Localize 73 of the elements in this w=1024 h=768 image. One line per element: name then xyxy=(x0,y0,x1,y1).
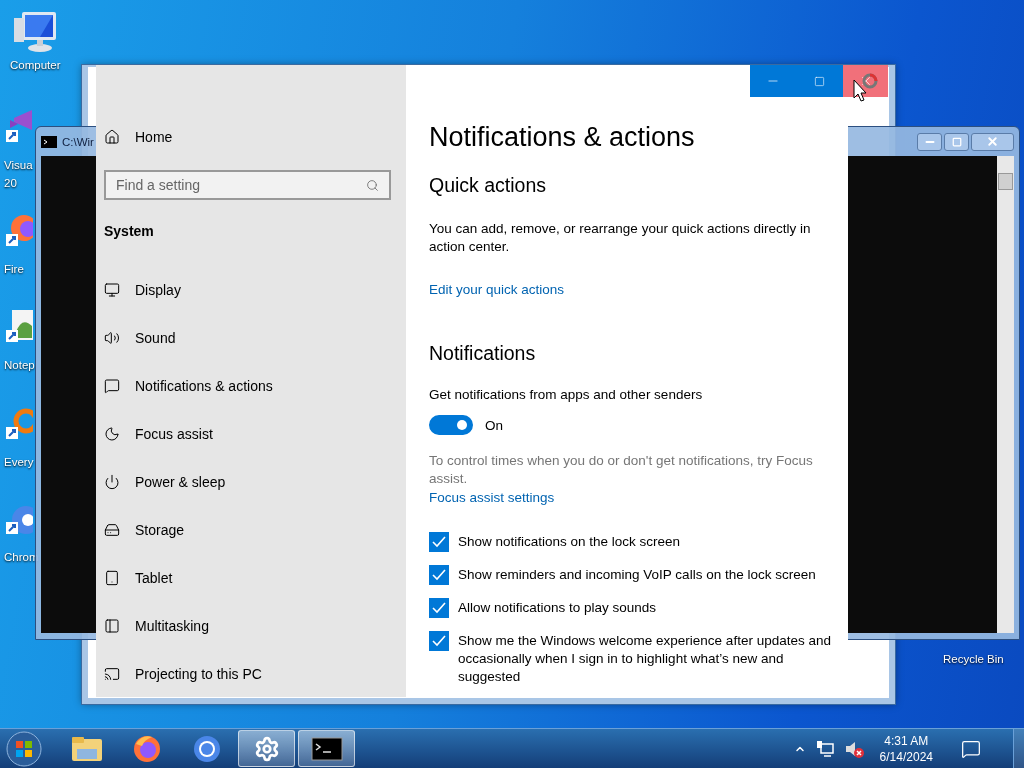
icon-label: 20 xyxy=(4,176,17,190)
notification-icon[interactable] xyxy=(961,738,981,759)
tablet-icon xyxy=(104,570,120,586)
toggle-label: On xyxy=(485,417,503,433)
checkbox-label: Show notifications on the lock screen xyxy=(458,533,682,551)
icon-label: Computer xyxy=(10,58,61,72)
icon-label: Visua xyxy=(4,158,33,172)
checkbox[interactable] xyxy=(429,565,449,585)
settings-icon xyxy=(253,735,280,762)
icon-label: Every xyxy=(4,455,34,469)
window-title: C:\Wir xyxy=(62,135,94,148)
start-button[interactable] xyxy=(4,729,44,768)
maximize-icon xyxy=(951,136,962,147)
folder-icon xyxy=(69,734,104,763)
scrollbar[interactable] xyxy=(997,156,1014,633)
command-prompt-icon xyxy=(41,135,57,148)
monitor-icon xyxy=(104,282,120,298)
sidebar-item[interactable]: Focus assist xyxy=(104,410,398,458)
command-prompt-icon xyxy=(310,736,343,761)
busy-cursor-icon xyxy=(853,72,879,102)
page-title: Notifications & actions xyxy=(429,121,695,154)
section-heading: Notifications xyxy=(429,341,536,365)
moon-icon xyxy=(104,426,120,442)
panels-icon xyxy=(104,618,120,634)
sidebar-item[interactable]: Storage xyxy=(104,506,398,554)
checkbox-label: Show reminders and incoming VoIP calls on the lock screen xyxy=(458,566,817,584)
firefox-icon xyxy=(131,733,162,764)
search-input[interactable]: Find a setting xyxy=(116,177,366,193)
network-icon[interactable] xyxy=(815,739,834,758)
clock-date: 6/14/2024 xyxy=(879,748,933,765)
edit-quick-actions-link[interactable]: Edit your quick actions xyxy=(429,281,565,299)
section-heading: Quick actions xyxy=(429,173,547,197)
description: You can add, remove, or rearrange your quick actions directly in action center. xyxy=(429,220,812,256)
toggle-switch[interactable] xyxy=(429,415,473,435)
taskbar-button[interactable] xyxy=(298,730,355,767)
chrome-icon xyxy=(191,733,222,764)
sidebar-item[interactable]: Projecting to this PC xyxy=(104,650,398,697)
checkbox-label: Show me the Windows welcome experience after updates and occasionally when I sign in to highlight what’s new and suggested xyxy=(458,632,832,686)
home-icon xyxy=(104,129,120,145)
checkbox[interactable] xyxy=(429,598,449,618)
search-icon xyxy=(366,178,379,192)
speech-bubble-icon xyxy=(104,378,120,394)
maximize-button[interactable] xyxy=(944,132,969,151)
clock-time: 4:31 AM xyxy=(884,732,929,749)
drive-icon xyxy=(104,522,120,538)
icon-label: Fire xyxy=(4,262,24,276)
icon-label: Recycle Bin xyxy=(943,652,1004,666)
sidebar-item[interactable]: Tablet xyxy=(104,554,398,602)
speaker-icon xyxy=(104,330,120,346)
checkbox-label: Allow notifications to play sounds xyxy=(458,599,658,617)
sidebar-item[interactable]: Notifications & actions xyxy=(104,362,398,410)
close-button[interactable] xyxy=(971,132,1014,151)
search-field[interactable]: Find a setting xyxy=(104,170,391,200)
close-icon xyxy=(986,135,999,148)
sidebar-item[interactable]: Sound xyxy=(104,314,398,362)
sidebar-item[interactable]: Power & sleep xyxy=(104,458,398,506)
focus-assist-link[interactable]: Focus assist settings xyxy=(429,489,555,507)
power-icon xyxy=(104,474,120,490)
show-desktop-button[interactable] xyxy=(1013,728,1024,768)
hint-text: To control times when you do or don't get notifications, try Focus assist. xyxy=(429,452,814,488)
minimize-button[interactable] xyxy=(917,132,942,151)
icon-label: Chrom xyxy=(4,550,39,564)
home-link[interactable]: Home xyxy=(104,113,398,161)
maximize-icon xyxy=(814,75,826,87)
checkbox[interactable] xyxy=(429,532,449,552)
section-heading: System xyxy=(104,222,155,241)
sidebar-item[interactable]: Multitasking xyxy=(104,602,398,650)
cast-icon xyxy=(104,666,120,682)
icon-label: Notep xyxy=(4,358,35,372)
taskbar-button[interactable] xyxy=(238,730,295,767)
sidebar-item[interactable]: Display xyxy=(104,266,398,314)
checkbox[interactable] xyxy=(429,631,449,651)
setting-label: Get notifications from apps and other senders xyxy=(429,386,704,404)
